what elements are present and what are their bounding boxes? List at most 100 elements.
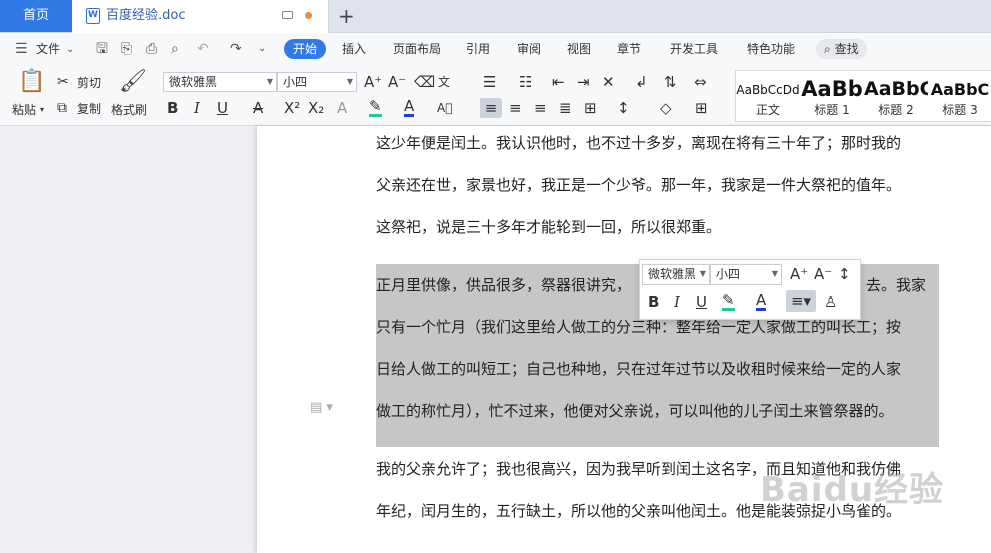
text-direction-icon[interactable]: ↲ xyxy=(635,72,648,92)
menu-tab-insert[interactable]: 插入 xyxy=(342,33,366,65)
save-icon[interactable]: 🖫 xyxy=(96,41,108,57)
menu-tab-start[interactable]: 开始 xyxy=(284,39,327,59)
align-icon[interactable]: ≡▾ xyxy=(786,290,816,312)
justify-icon[interactable]: ≣ xyxy=(559,98,572,118)
font-color-icon[interactable]: A xyxy=(404,98,415,117)
left-margin-area xyxy=(0,126,257,553)
style-preview: AaBbC xyxy=(864,78,928,100)
clear-format-icon[interactable]: ⌫ xyxy=(414,72,435,92)
strikethrough-icon[interactable]: A xyxy=(253,98,263,118)
style-name: 正文 xyxy=(755,103,780,117)
text-effect-icon[interactable]: A xyxy=(337,98,347,118)
unsaved-dot-icon xyxy=(305,12,312,19)
monitor-icon[interactable] xyxy=(282,11,293,19)
copy-icon[interactable]: ⧉ xyxy=(57,100,67,116)
shrink-font-icon[interactable]: A⁻ xyxy=(388,72,406,92)
scissors-icon[interactable]: ✂ xyxy=(57,74,69,90)
float-font-name-select[interactable]: 微软雅黑 ▼ xyxy=(642,264,710,285)
undo-icon[interactable]: ↶ xyxy=(197,41,209,57)
underline-icon[interactable]: U xyxy=(217,98,228,118)
format-painter-icon[interactable]: ♙ xyxy=(824,292,837,312)
format-painter-button[interactable]: 格式刷 xyxy=(111,102,147,118)
hamburger-menu-icon[interactable]: ☰ xyxy=(15,41,28,57)
style-name: 标题 3 xyxy=(942,103,978,117)
style-heading-2[interactable]: AaBbC 标题 2 xyxy=(864,71,928,121)
font-color-icon[interactable]: A xyxy=(756,292,767,311)
menu-bar: ☰ 文件 ⌄ 🖫 ⎘ ⎙ ⌕ ↶ ↷ ⌄ 开始 插入 页面布局 引用 审阅 视图… xyxy=(0,33,991,65)
chevron-down-icon[interactable]: ⌄ xyxy=(66,42,74,58)
shrink-font-icon[interactable]: A⁻ xyxy=(814,264,832,284)
export-icon[interactable]: ⎘ xyxy=(121,41,132,57)
menu-tab-section[interactable]: 章节 xyxy=(617,33,641,65)
decrease-indent-icon[interactable]: ⇤ xyxy=(552,72,565,92)
phonetic-guide-icon[interactable]: 文 xyxy=(438,72,450,92)
show-marks-icon[interactable]: ⇔ xyxy=(694,72,707,92)
superscript-icon[interactable]: X² xyxy=(284,98,300,118)
floating-format-toolbar: 微软雅黑 ▼ 小四 ▼ A⁺ A⁻ ↕ B I U ✎ A ≡▾ ♙ xyxy=(639,259,861,320)
char-border-icon[interactable]: A⃞ xyxy=(437,98,452,118)
print-icon[interactable]: ⎙ xyxy=(146,41,157,57)
menu-tab-view[interactable]: 视图 xyxy=(567,33,591,65)
new-tab-button[interactable]: + xyxy=(338,3,355,29)
font-size-select[interactable]: 小四 ▼ xyxy=(277,72,357,92)
text-line: 这祭祀，说是三十多年才能轮到一回，所以很郑重。 xyxy=(376,218,722,236)
float-font-name-value: 微软雅黑 xyxy=(648,267,697,281)
italic-icon[interactable]: I xyxy=(674,292,680,312)
chinese-layout-icon[interactable]: ✕ xyxy=(602,72,615,92)
distributed-align-icon[interactable]: ⊞ xyxy=(584,98,597,118)
increase-indent-icon[interactable]: ⇥ xyxy=(577,72,590,92)
style-normal[interactable]: AaBbCcDd 正文 xyxy=(736,71,800,121)
copy-button[interactable]: 复制 xyxy=(77,101,101,117)
paste-icon[interactable]: 📋 xyxy=(18,70,45,94)
paste-dropdown-icon[interactable]: ▾ xyxy=(40,102,44,118)
file-menu[interactable]: 文件 xyxy=(36,33,60,65)
search-button[interactable]: ⌕ 查找 xyxy=(816,39,867,59)
bold-icon[interactable]: B xyxy=(167,98,178,118)
menu-tab-review[interactable]: 审阅 xyxy=(517,33,541,65)
align-center-icon[interactable]: ≡ xyxy=(509,98,522,118)
font-name-select[interactable]: 微软雅黑 ▼ xyxy=(163,72,277,92)
line-spacing-icon[interactable]: ↕ xyxy=(617,98,630,118)
format-painter-icon[interactable]: 🖌 xyxy=(119,70,147,94)
chevron-down-icon: ▼ xyxy=(346,77,353,86)
bold-icon[interactable]: B xyxy=(648,292,659,312)
borders-icon[interactable]: ⊞ xyxy=(695,98,708,118)
shading-icon[interactable]: ◇ xyxy=(660,98,672,118)
document-tab[interactable]: W 百度经验.doc xyxy=(72,0,329,33)
numbered-list-icon[interactable]: ☷ xyxy=(519,72,532,92)
subscript-icon[interactable]: X₂ xyxy=(308,98,324,118)
style-heading-3[interactable]: AaBbC 标题 3 xyxy=(928,71,991,121)
quick-access-dropdown-icon[interactable]: ⌄ xyxy=(258,41,266,57)
text-line: 这少年便是闰土。我认识他时，也不过十多岁，离现在将有三十年了；那时我的 xyxy=(376,134,902,152)
line-spacing-icon[interactable]: ↕ xyxy=(838,264,851,284)
style-preview: AaBb xyxy=(801,77,863,101)
chevron-down-icon: ▼ xyxy=(771,269,778,278)
grow-font-icon[interactable]: A⁺ xyxy=(790,264,808,284)
grow-font-icon[interactable]: A⁺ xyxy=(364,72,382,92)
align-right-icon[interactable]: ≡ xyxy=(534,98,547,118)
paste-button[interactable]: 粘贴 xyxy=(12,102,36,118)
float-font-size-select[interactable]: 小四 ▼ xyxy=(710,264,782,285)
highlight-icon[interactable]: ✎ xyxy=(722,292,735,311)
align-left-icon[interactable]: ≡ xyxy=(480,98,502,118)
text-line-end: 去。我家 xyxy=(866,276,927,294)
font-name-value: 微软雅黑 xyxy=(169,75,218,89)
font-size-value: 小四 xyxy=(283,75,308,89)
menu-tab-reference[interactable]: 引用 xyxy=(466,33,490,65)
underline-icon[interactable]: U xyxy=(696,292,707,312)
print-preview-icon[interactable]: ⌕ xyxy=(171,41,179,57)
menu-tab-developer[interactable]: 开发工具 xyxy=(670,33,718,65)
cut-button[interactable]: 剪切 xyxy=(77,75,101,91)
style-heading-1[interactable]: AaBb 标题 1 xyxy=(800,71,864,121)
bullet-list-icon[interactable]: ☰ xyxy=(483,72,496,92)
paragraph-1[interactable]: 这少年便是闰土。我认识他时，也不过十多岁，离现在将有三十年了；那时我的 父亲还在… xyxy=(376,122,936,248)
paragraph-layout-icon[interactable]: ▤ ▾ xyxy=(310,400,333,415)
italic-icon[interactable]: I xyxy=(194,98,200,118)
redo-icon[interactable]: ↷ xyxy=(230,41,242,57)
sort-icon[interactable]: ⇅ xyxy=(664,72,677,92)
menu-tab-page-layout[interactable]: 页面布局 xyxy=(393,33,441,65)
document-tab-title: 百度经验.doc xyxy=(106,8,186,23)
highlight-icon[interactable]: ✎ xyxy=(369,98,382,117)
menu-tab-special[interactable]: 特色功能 xyxy=(747,33,795,65)
home-tab[interactable]: 首页 xyxy=(0,0,72,32)
